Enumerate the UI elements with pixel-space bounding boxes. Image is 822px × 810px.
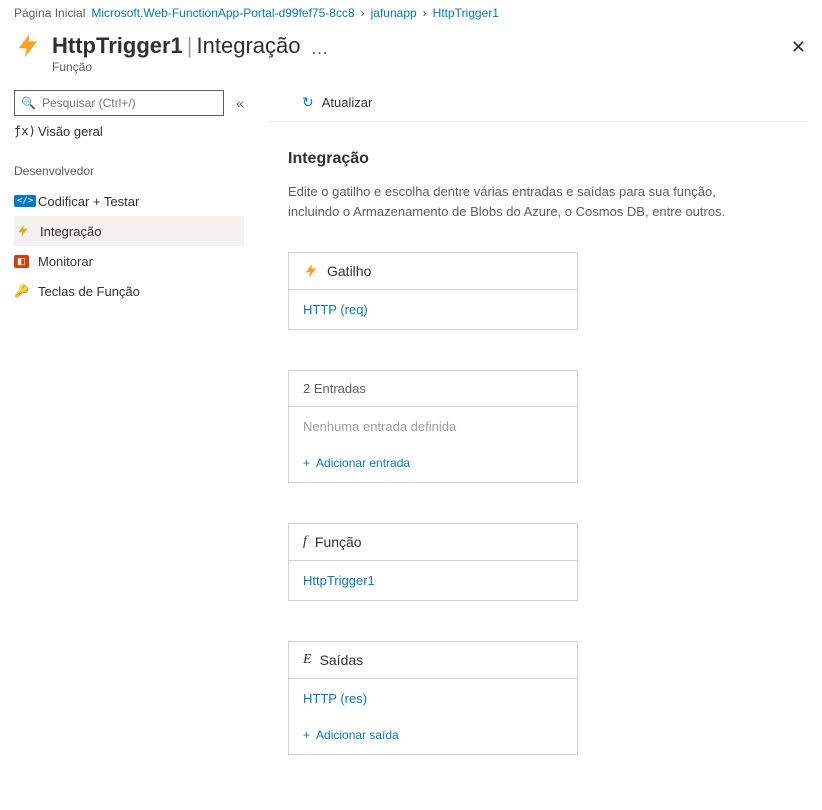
content-description: Edite o gatilho e escolha dentre várias … bbox=[288, 182, 758, 222]
outputs-e-icon: E bbox=[303, 652, 312, 668]
function-card-header: f Função bbox=[289, 524, 577, 561]
monitor-icon: ◧ bbox=[14, 255, 38, 268]
function-card: f Função HttpTrigger1 bbox=[288, 523, 578, 601]
trigger-link[interactable]: HTTP (req) bbox=[303, 302, 368, 317]
collapse-sidebar-button[interactable]: « bbox=[232, 95, 248, 111]
toolbar: ↻ Atualizar bbox=[268, 84, 808, 122]
code-icon: </> bbox=[14, 195, 38, 207]
breadcrumb: Página Inicial Microsoft.Web-FunctionApp… bbox=[0, 0, 822, 24]
outputs-link[interactable]: HTTP (res) bbox=[303, 691, 367, 706]
sidebar-group-developer: Desenvolvedor bbox=[14, 164, 258, 178]
breadcrumb-item-0[interactable]: Microsoft.Web-FunctionApp-Portal-d99fef7… bbox=[91, 6, 354, 20]
content-area: Integração Edite o gatilho e escolha den… bbox=[258, 122, 808, 755]
function-f-icon: f bbox=[303, 534, 307, 550]
search-input[interactable] bbox=[42, 96, 217, 110]
plus-icon: + bbox=[303, 728, 310, 742]
page-title: HttpTrigger1|Integração bbox=[52, 32, 300, 60]
bolt-icon bbox=[303, 263, 319, 279]
refresh-icon: ↻ bbox=[302, 94, 314, 111]
plus-icon: + bbox=[303, 456, 310, 470]
inputs-card-header: 2 Entradas bbox=[289, 371, 577, 407]
breadcrumb-item-2[interactable]: HttpTrigger1 bbox=[433, 6, 499, 20]
add-output-button[interactable]: + Adicionar saída bbox=[289, 718, 577, 754]
outputs-card-title: Saídas bbox=[320, 652, 364, 668]
sidebar-item-monitor[interactable]: ◧ Monitorar bbox=[14, 246, 258, 276]
main-panel: ↻ Atualizar Integração Edite o gatilho e… bbox=[258, 84, 822, 795]
refresh-button[interactable]: ↻ Atualizar bbox=[302, 94, 372, 111]
bolt-icon bbox=[16, 224, 40, 238]
refresh-label: Atualizar bbox=[322, 95, 373, 110]
outputs-card: E Saídas HTTP (res) + Adicionar saída bbox=[288, 641, 578, 755]
sidebar-item-label: Monitorar bbox=[38, 254, 93, 269]
close-button[interactable]: ✕ bbox=[791, 38, 806, 56]
sidebar-item-label: Codificar + Testar bbox=[38, 194, 139, 209]
sidebar-item-integration[interactable]: Integração bbox=[14, 216, 244, 246]
content-title: Integração bbox=[288, 150, 798, 168]
more-actions-button[interactable]: … bbox=[310, 38, 330, 59]
search-icon: 🔍 bbox=[21, 96, 36, 110]
function-card-title: Função bbox=[315, 534, 362, 550]
page-title-mode: Integração bbox=[197, 33, 301, 58]
sidebar-item-label: Visão geral bbox=[38, 124, 103, 139]
fx-icon: ƒx) bbox=[14, 124, 38, 138]
function-link[interactable]: HttpTrigger1 bbox=[303, 573, 375, 588]
chevron-right-icon: › bbox=[359, 6, 367, 20]
inputs-card-title: 2 Entradas bbox=[303, 381, 366, 396]
outputs-card-header: E Saídas bbox=[289, 642, 577, 679]
trigger-card-title: Gatilho bbox=[327, 263, 371, 279]
key-icon: 🔑 bbox=[14, 284, 38, 298]
function-bolt-icon bbox=[14, 32, 42, 60]
inputs-empty-text: Nenhuma entrada definida bbox=[303, 419, 456, 434]
page-title-name: HttpTrigger1 bbox=[52, 33, 183, 58]
add-input-label: Adicionar entrada bbox=[316, 456, 410, 470]
trigger-card-header: Gatilho bbox=[289, 253, 577, 290]
inputs-card: 2 Entradas Nenhuma entrada definida + Adi… bbox=[288, 370, 578, 483]
chevron-right-icon: › bbox=[421, 6, 429, 20]
breadcrumb-home[interactable]: Página Inicial bbox=[14, 6, 85, 20]
breadcrumb-item-1[interactable]: jafunapp bbox=[371, 6, 417, 20]
add-input-button[interactable]: + Adicionar entrada bbox=[289, 446, 577, 482]
search-input-wrap[interactable]: 🔍 bbox=[14, 90, 224, 116]
sidebar-item-label: Teclas de Função bbox=[38, 284, 140, 299]
page-subtitle: Função bbox=[52, 60, 330, 74]
sidebar: 🔍 « ƒx) Visão geral Desenvolvedor </> Co… bbox=[0, 84, 258, 795]
sidebar-item-code-test[interactable]: </> Codificar + Testar bbox=[14, 186, 258, 216]
sidebar-item-function-keys[interactable]: 🔑 Teclas de Função bbox=[14, 276, 258, 306]
trigger-card: Gatilho HTTP (req) bbox=[288, 252, 578, 330]
page-header: HttpTrigger1|Integração … Função ✕ bbox=[0, 24, 822, 84]
sidebar-item-label: Integração bbox=[40, 224, 101, 239]
add-output-label: Adicionar saída bbox=[316, 728, 399, 742]
sidebar-item-overview[interactable]: ƒx) Visão geral bbox=[14, 116, 258, 146]
